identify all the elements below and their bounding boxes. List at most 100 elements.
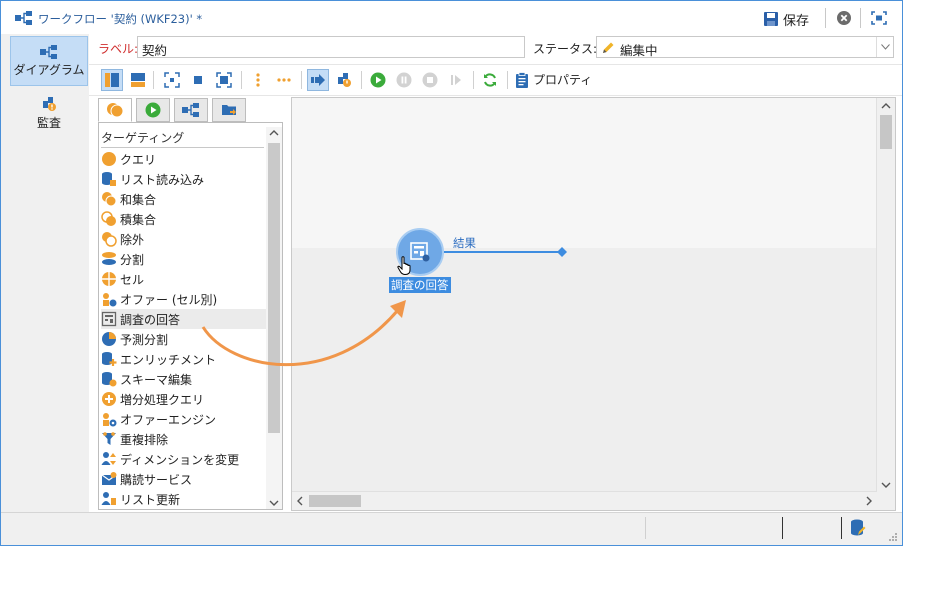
title-divider (825, 8, 826, 28)
toggle-transitions-button[interactable] (307, 69, 329, 91)
play-circle-icon (145, 102, 161, 118)
canvas-vertical-scrollbar[interactable] (876, 98, 895, 493)
palette-item-exclusion[interactable]: 除外 (101, 229, 266, 249)
start-button[interactable] (367, 69, 389, 91)
activity-label[interactable]: 調査の回答 (389, 277, 451, 293)
nav-diagram[interactable]: ダイアグラム (10, 36, 88, 86)
predictive-split-icon (102, 332, 116, 346)
survey-response-icon (101, 311, 117, 327)
workflow-canvas[interactable]: 調査の回答 結果 (291, 97, 896, 511)
label-input[interactable]: 契約 (137, 36, 525, 58)
palette-item-deduplication[interactable]: 重複排除 (101, 429, 266, 449)
zoom-selection-button[interactable] (213, 69, 235, 91)
chevron-left-icon[interactable] (296, 496, 304, 506)
transition-end-diamond[interactable] (557, 247, 567, 257)
palette-item-intersection[interactable]: 積集合 (101, 209, 266, 229)
palette-item-survey-response[interactable]: 調査の回答 (101, 309, 266, 329)
close-circle-icon[interactable] (837, 11, 851, 25)
workflow-warning-icon (338, 73, 351, 87)
label-caption: ラベル: (98, 42, 139, 56)
fit-screen-icon[interactable] (871, 11, 887, 25)
vertical-dots-button[interactable] (247, 69, 269, 91)
palette-list: クエリ リスト読み込み 和集合 積集合 除外 分割 セル オファー (セル別) … (101, 149, 266, 509)
toolbar-divider (153, 71, 154, 89)
chevron-down-icon[interactable] (881, 481, 891, 489)
resize-grip-icon[interactable] (888, 532, 898, 542)
palette-item-subscription-services[interactable]: 購読サービス (101, 469, 266, 489)
canvas-horizontal-scrollbar[interactable] (292, 491, 877, 510)
palette-scrollbar[interactable] (266, 127, 282, 509)
horizontal-scroll-thumb[interactable] (309, 495, 361, 507)
square-icon (194, 76, 202, 84)
palette-item-label: 予測分割 (120, 332, 169, 347)
play-icon (370, 72, 386, 88)
chevron-down-icon[interactable] (876, 37, 893, 57)
nav-audit[interactable]: 監査 (10, 88, 88, 138)
palette-item-label: リスト読み込み (120, 172, 205, 187)
pause-button[interactable] (393, 69, 415, 91)
tab-targeting[interactable] (98, 98, 132, 122)
status-divider (645, 517, 646, 539)
status-bar (1, 512, 902, 545)
palette-item-list-update[interactable]: リスト更新 (101, 489, 266, 509)
actual-size-button[interactable] (187, 69, 209, 91)
palette-item-offer-engine[interactable]: オファーエンジン (101, 409, 266, 429)
palette-item-schema-edit[interactable]: スキーマ編集 (101, 369, 266, 389)
zoom-selection-icon (216, 72, 232, 88)
palette-item-query[interactable]: クエリ (101, 149, 266, 169)
palette-item-offer-by-cell[interactable]: オファー (セル別) (101, 289, 266, 309)
refresh-button[interactable] (479, 69, 501, 91)
chevron-right-icon[interactable] (865, 496, 873, 506)
chevron-up-icon[interactable] (269, 129, 279, 137)
pause-icon (396, 72, 412, 88)
step-icon (451, 75, 461, 85)
layout-horizontal-button[interactable] (127, 69, 149, 91)
palette-item-cell[interactable]: セル (101, 269, 266, 289)
scroll-corner (877, 492, 895, 510)
palette-item-list-read[interactable]: リスト読み込み (101, 169, 266, 189)
tab-actions[interactable] (174, 98, 208, 122)
save-label: 保存 (783, 13, 810, 29)
chevron-down-icon[interactable] (269, 499, 279, 507)
subscription-services-icon (101, 472, 117, 485)
zoom-fit-icon (164, 72, 180, 88)
status-divider (841, 517, 842, 539)
horizontal-dots-button[interactable] (273, 69, 295, 91)
palette-item-enrichment[interactable]: エンリッチメント (101, 349, 266, 369)
stop-button[interactable] (419, 69, 441, 91)
layout-vertical-button[interactable] (101, 69, 123, 91)
palette-item-predictive-split[interactable]: 予測分割 (101, 329, 266, 349)
palette-item-label: オファー (セル別) (120, 292, 218, 307)
tab-flow-control[interactable] (136, 98, 170, 122)
toolbar-divider (301, 71, 302, 89)
split-icon (102, 252, 116, 265)
palette-item-union[interactable]: 和集合 (101, 189, 266, 209)
activity-palette: ターゲティング クエリ リスト読み込み 和集合 積集合 除外 分割 セル オファ… (98, 122, 283, 510)
save-button[interactable]: 保存 (763, 9, 809, 29)
status-select[interactable]: 編集中 (596, 36, 894, 58)
palette-item-label: リスト更新 (120, 492, 181, 507)
clipboard-icon (516, 71, 528, 88)
palette-item-incremental-query[interactable]: 増分処理クエリ (101, 389, 266, 409)
palette-item-split[interactable]: 分割 (101, 249, 266, 269)
union-icon (102, 192, 117, 207)
workflow-icon (182, 103, 199, 117)
properties-button[interactable]: プロパティ (515, 71, 592, 88)
workflow-warning-button[interactable] (333, 69, 355, 91)
palette-scroll-thumb[interactable] (268, 143, 280, 433)
status-divider (782, 517, 783, 539)
palette-item-change-dimension[interactable]: ディメンションを変更 (101, 449, 266, 469)
transition-label[interactable]: 結果 (453, 235, 476, 251)
palette-item-label: 積集合 (120, 212, 157, 227)
zoom-fit-button[interactable] (161, 69, 183, 91)
list-update-icon (101, 492, 116, 505)
vertical-scroll-thumb[interactable] (880, 115, 892, 149)
step-button[interactable] (445, 69, 467, 91)
deduplication-icon (102, 432, 116, 445)
schema-edit-icon (102, 372, 117, 387)
toolbar-divider (241, 71, 242, 89)
chevron-up-icon[interactable] (881, 102, 891, 110)
palette-item-label: 和集合 (120, 192, 157, 207)
tab-events[interactable] (212, 98, 246, 122)
workflow-window: ワークフロー '契約 (WKF23)' * 保存 ダイアグラム 監査 ラベル: … (0, 0, 903, 546)
